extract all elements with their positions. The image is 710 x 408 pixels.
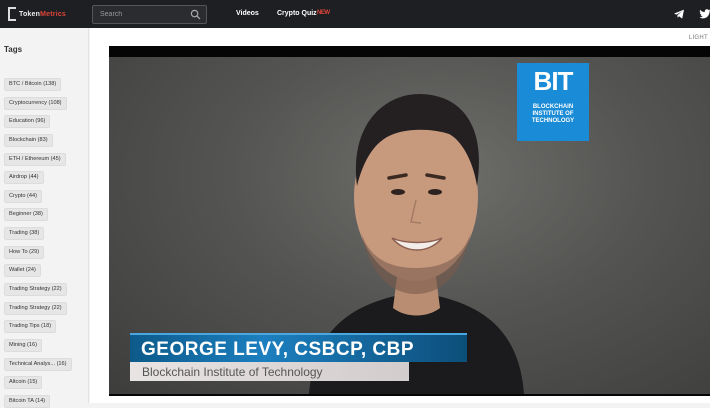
main-content: LIGHT BIT BLOCKCHAIN INSTITUTE OF TECHNO… bbox=[90, 28, 710, 403]
tag-item[interactable]: Trading Tips (18) bbox=[4, 320, 57, 333]
tag-item[interactable]: Altcoin (15) bbox=[4, 376, 43, 389]
quiz-new-badge: NEW bbox=[317, 10, 330, 16]
tag-item[interactable]: Wallet (24) bbox=[4, 264, 41, 277]
tag-item[interactable]: Blockchain (83) bbox=[4, 134, 53, 147]
tag-item[interactable]: Cryptocurrency (108) bbox=[4, 97, 67, 110]
lower-third-name-bar: GEORGE LEVY, CSBCP, CBP bbox=[130, 333, 467, 362]
tag-item[interactable]: Trading Strategy (22) bbox=[4, 302, 67, 315]
video-frame[interactable]: BIT BLOCKCHAIN INSTITUTE OF TECHNOLOGY G… bbox=[109, 57, 710, 394]
telegram-icon[interactable] bbox=[673, 8, 685, 20]
video-player[interactable]: BIT BLOCKCHAIN INSTITUTE OF TECHNOLOGY G… bbox=[109, 46, 710, 396]
speaker-name: GEORGE LEVY, CSBCP, CBP bbox=[141, 339, 414, 360]
tag-item[interactable]: Airdrop (44) bbox=[4, 171, 44, 184]
search-input[interactable] bbox=[93, 6, 188, 23]
twitter-icon[interactable] bbox=[699, 8, 710, 20]
sidebar-title: Tags bbox=[4, 45, 23, 54]
tag-item[interactable]: Beginner (38) bbox=[4, 208, 48, 221]
speaker-organization: Blockchain Institute of Technology bbox=[142, 365, 323, 379]
search-box bbox=[92, 5, 207, 24]
site-logo[interactable]: TokenMetrics bbox=[8, 6, 66, 22]
theme-toggle[interactable]: LIGHT bbox=[689, 35, 708, 41]
nav-videos[interactable]: Videos bbox=[236, 10, 259, 17]
tag-item[interactable]: Trading (38) bbox=[4, 227, 45, 240]
tag-item[interactable]: Technical Analys... (16) bbox=[4, 358, 72, 371]
tag-item[interactable]: Trading Strategy (22) bbox=[4, 283, 67, 296]
tag-item[interactable]: Bitcoin TA (14) bbox=[4, 395, 51, 408]
top-navbar: TokenMetrics Videos Crypto Quiz NEW bbox=[0, 0, 710, 28]
tag-item[interactable]: ETH / Ethereum (45) bbox=[4, 153, 66, 166]
logo-mark-icon bbox=[8, 7, 16, 21]
nav-crypto-quiz[interactable]: Crypto Quiz bbox=[277, 10, 317, 17]
bit-logo-word: BIT bbox=[533, 66, 574, 96]
tag-item[interactable]: Mining (16) bbox=[4, 339, 42, 352]
tag-item[interactable]: How To (29) bbox=[4, 246, 45, 259]
search-icon[interactable] bbox=[190, 9, 201, 20]
bit-logo: BIT BLOCKCHAIN INSTITUTE OF TECHNOLOGY bbox=[517, 63, 589, 141]
tags-sidebar: Tags BTC / Bitcoin (138) Cryptocurrency … bbox=[0, 28, 89, 408]
tag-item[interactable]: Crypto (44) bbox=[4, 190, 42, 203]
tag-item[interactable]: Education (96) bbox=[4, 115, 51, 128]
logo-text: TokenMetrics bbox=[19, 10, 67, 18]
tag-item[interactable]: BTC / Bitcoin (138) bbox=[4, 78, 62, 91]
lower-third-org-bar: Blockchain Institute of Technology bbox=[130, 362, 409, 381]
bit-logo-subtitle: BLOCKCHAIN INSTITUTE OF TECHNOLOGY bbox=[531, 104, 575, 124]
